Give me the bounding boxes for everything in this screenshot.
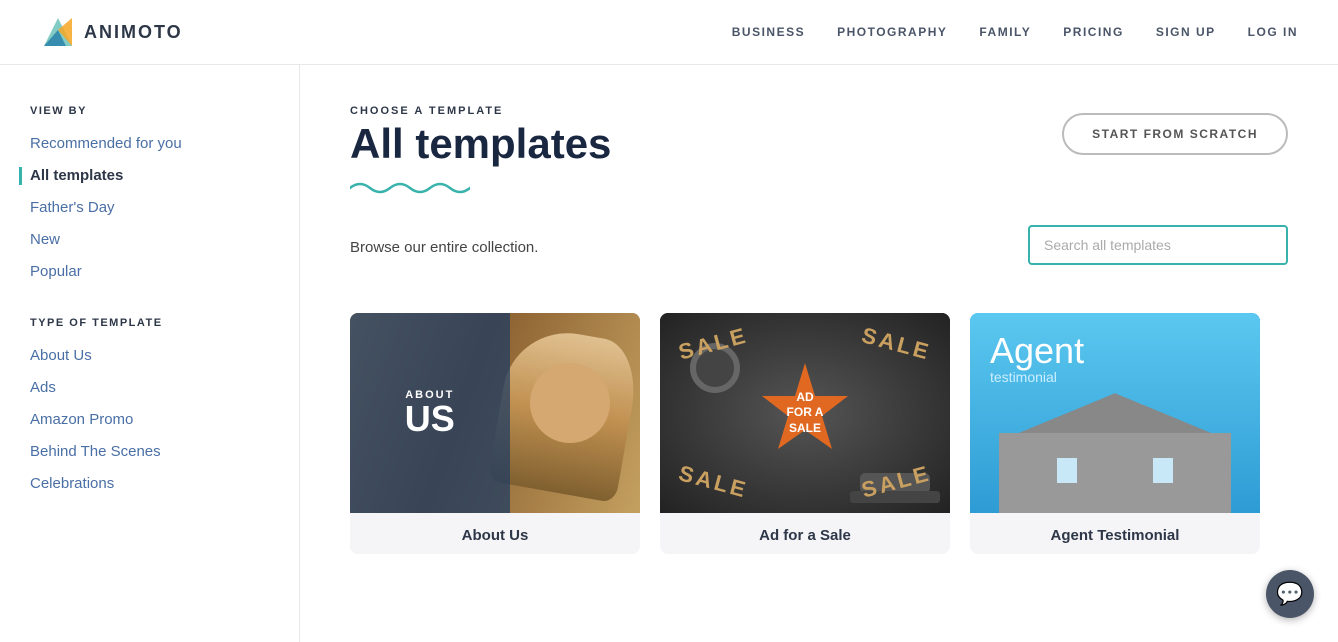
sidebar-item-about-us[interactable]: About Us — [30, 347, 269, 365]
template-card-about-us[interactable]: ABOUT US About Us — [350, 313, 640, 554]
start-from-scratch-button[interactable]: START FROM SCRATCH — [1062, 113, 1288, 155]
browse-text: Browse our entire collection. — [350, 239, 538, 256]
header: ANIMOTO BUSINESS PHOTOGRAPHY FAMILY PRIC… — [0, 0, 1338, 65]
about-text-big: US — [405, 401, 455, 437]
card-label-ad-sale: Ad for a Sale — [660, 513, 950, 554]
ad-sale-bg: SALE SALE SALE SALE ADFOR ASALE — [660, 313, 950, 513]
logo-area: ANIMOTO — [40, 14, 183, 50]
chat-bubble-button[interactable]: 💬 — [1266, 570, 1314, 618]
badge-text: ADFOR ASALE — [787, 390, 824, 437]
sidebar-item-behind-scenes[interactable]: Behind The Scenes — [30, 443, 269, 461]
wave-decoration — [350, 177, 1288, 205]
sidebar-item-celebrations[interactable]: Celebrations — [30, 475, 269, 493]
nav-signup[interactable]: SIGN UP — [1156, 25, 1216, 39]
logo-text: ANIMOTO — [84, 22, 183, 43]
about-us-overlay: ABOUT US — [350, 313, 510, 513]
sidebar: VIEW BY Recommended for you All template… — [0, 65, 300, 642]
page-title: All templates — [350, 121, 611, 167]
template-card-ad-sale[interactable]: SALE SALE SALE SALE ADFOR ASALE Ad — [660, 313, 950, 554]
agent-title: Agent — [990, 333, 1084, 369]
agent-card-bg: Agent testimonial — [970, 313, 1260, 513]
choose-label: CHOOSE A TEMPLATE — [350, 105, 611, 117]
nav-business[interactable]: BUSINESS — [732, 25, 805, 39]
cards-grid: ABOUT US About Us SALE SALE — [350, 313, 1288, 554]
search-row — [1028, 225, 1288, 265]
sidebar-item-ads[interactable]: Ads — [30, 379, 269, 397]
sidebar-item-all-templates[interactable]: All templates — [19, 167, 269, 185]
search-input[interactable] — [1028, 225, 1288, 265]
type-of-template-label: TYPE OF TEMPLATE — [30, 317, 269, 329]
card-image-about-us: ABOUT US — [350, 313, 640, 513]
card-label-agent-testimonial: Agent Testimonial — [970, 513, 1260, 554]
card-image-agent-testimonial: Agent testimonial — [970, 313, 1260, 513]
content-area: CHOOSE A TEMPLATE All templates START FR… — [300, 65, 1338, 642]
content-header-row: CHOOSE A TEMPLATE All templates START FR… — [350, 105, 1288, 167]
title-block: CHOOSE A TEMPLATE All templates — [350, 105, 611, 167]
main-layout: VIEW BY Recommended for you All template… — [0, 65, 1338, 642]
agent-overlay-text: Agent testimonial — [990, 333, 1084, 385]
nav-family[interactable]: FAMILY — [979, 25, 1031, 39]
chat-icon: 💬 — [1276, 581, 1303, 607]
sidebar-item-new[interactable]: New — [30, 231, 269, 249]
card-label-about-us: About Us — [350, 513, 640, 554]
view-by-nav: Recommended for you All templates Father… — [30, 135, 269, 281]
sidebar-item-amazon-promo[interactable]: Amazon Promo — [30, 411, 269, 429]
template-card-agent-testimonial[interactable]: Agent testimonial Agent Testimonial — [970, 313, 1260, 554]
sidebar-item-recommended[interactable]: Recommended for you — [30, 135, 269, 153]
type-of-template-nav: About Us Ads Amazon Promo Behind The Sce… — [30, 347, 269, 493]
sidebar-item-fathers-day[interactable]: Father's Day — [30, 199, 269, 217]
card-image-ad-sale: SALE SALE SALE SALE ADFOR ASALE — [660, 313, 950, 513]
nav-pricing[interactable]: PRICING — [1063, 25, 1124, 39]
main-nav: BUSINESS PHOTOGRAPHY FAMILY PRICING SIGN… — [732, 25, 1298, 39]
logo-icon — [40, 14, 76, 50]
sidebar-item-popular[interactable]: Popular — [30, 263, 269, 281]
nav-photography[interactable]: PHOTOGRAPHY — [837, 25, 947, 39]
view-by-label: VIEW BY — [30, 105, 269, 117]
nav-login[interactable]: LOG IN — [1248, 25, 1298, 39]
agent-subtitle: testimonial — [990, 369, 1084, 385]
